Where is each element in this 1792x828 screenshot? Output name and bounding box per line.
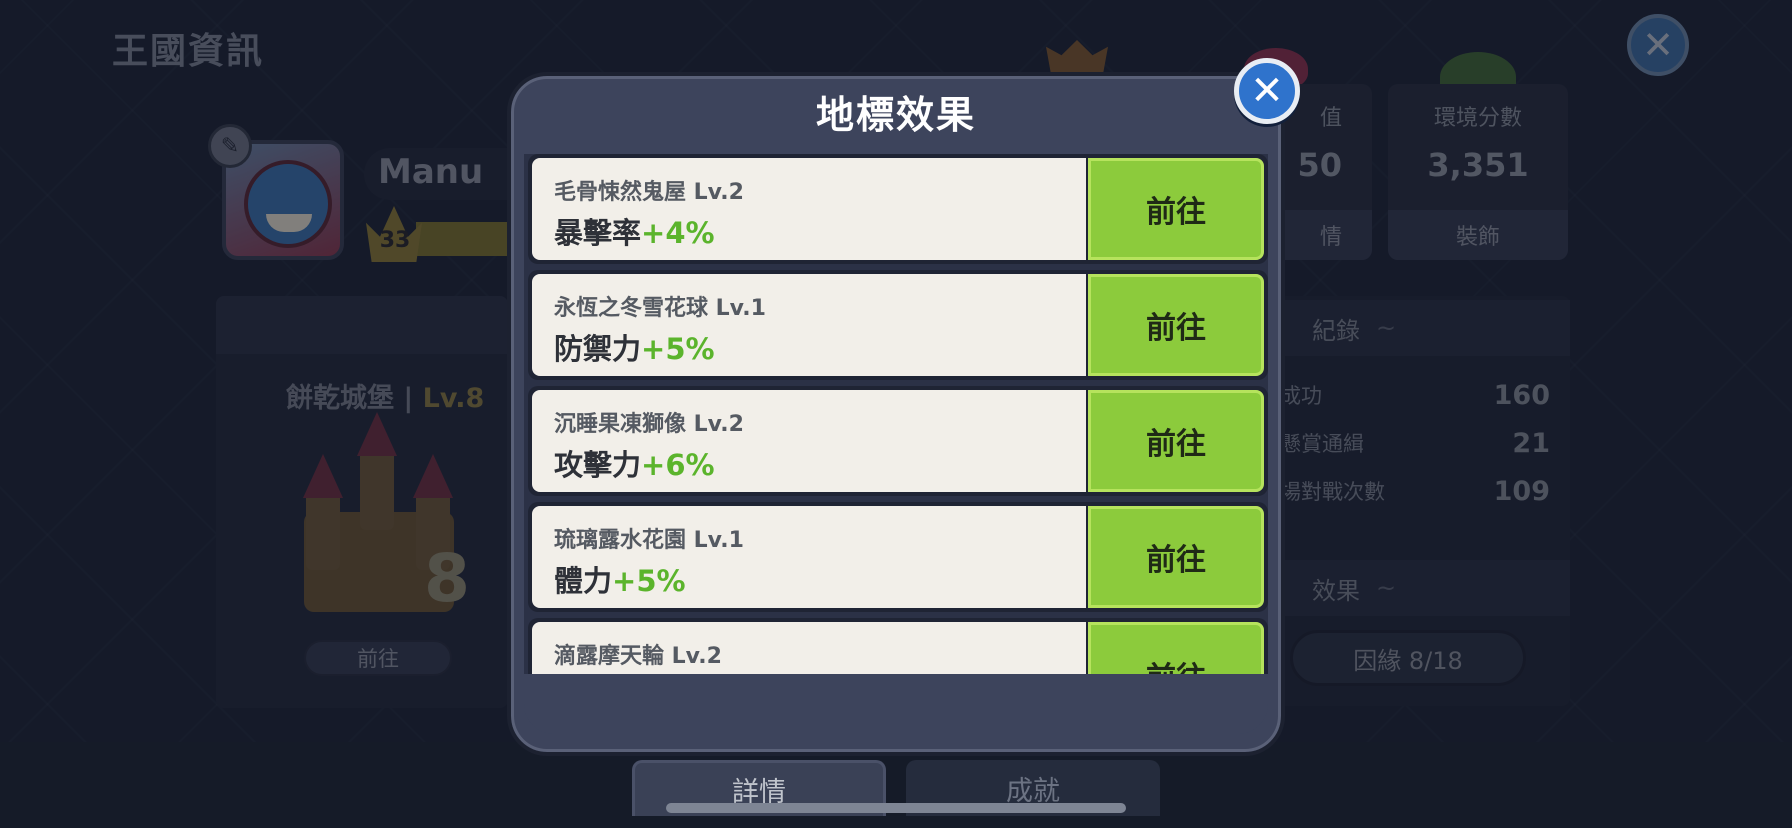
dialog-footer [524,674,1268,734]
effect-stat: 體力 [554,564,613,598]
effect-stat: 暴擊率 [554,216,642,250]
list-item: 毛骨悚然鬼屋 Lv.2 暴擊率+4% 前往 [528,154,1268,264]
landmark-name: 永恆之冬雪花球 Lv.1 [554,296,766,321]
goto-button[interactable]: 前往 [1088,622,1264,674]
landmark-info: 永恆之冬雪花球 Lv.1 防禦力+5% [532,274,1086,376]
landmark-info: 毛骨悚然鬼屋 Lv.2 暴擊率+4% [532,158,1086,260]
effect-bonus: +5% [641,332,715,366]
landmark-list[interactable]: 毛骨悚然鬼屋 Lv.2 暴擊率+4% 前往 永恆之冬雪花球 Lv.1 防禦力+5… [524,154,1268,674]
landmark-name: 毛骨悚然鬼屋 Lv.2 [554,180,744,205]
dialog-close-button[interactable]: ✕ [1234,58,1300,124]
effect-bonus: +5% [612,564,686,598]
landmark-effect: 攻擊力+6% [554,442,715,484]
landmark-effect: 體力+5% [554,558,686,600]
dialog-title: 地標效果 [815,93,976,137]
landmark-name: 琉璃露水花園 Lv.1 [554,528,744,553]
landmark-name: 沉睡果凍獅像 Lv.2 [554,412,744,437]
list-item: 沉睡果凍獅像 Lv.2 攻擊力+6% 前往 [528,386,1268,496]
effect-bonus: +4% [641,216,715,250]
goto-button[interactable]: 前往 [1088,274,1264,376]
home-indicator[interactable] [666,803,1126,813]
landmark-info: 沉睡果凍獅像 Lv.2 攻擊力+6% [532,390,1086,492]
goto-button[interactable]: 前往 [1088,390,1264,492]
effect-bonus: +6% [641,448,715,482]
landmark-name: 滴露摩天輪 Lv.2 [554,644,722,669]
landmark-effect: 暴擊率+4% [554,210,715,252]
list-item: 滴露摩天輪 Lv.2 前往 [528,618,1268,674]
goto-button[interactable]: 前往 [1088,506,1264,608]
landmark-info: 琉璃露水花園 Lv.1 體力+5% [532,506,1086,608]
list-item: 琉璃露水花園 Lv.1 體力+5% 前往 [528,502,1268,612]
landmark-info: 滴露摩天輪 Lv.2 [532,622,1086,674]
effect-stat: 防禦力 [554,332,642,366]
list-item: 永恆之冬雪花球 Lv.1 防禦力+5% 前往 [528,270,1268,380]
goto-button[interactable]: 前往 [1088,158,1264,260]
effect-stat: 攻擊力 [554,448,642,482]
landmark-effect: 防禦力+5% [554,326,715,368]
close-icon: ✕ [1250,68,1284,114]
